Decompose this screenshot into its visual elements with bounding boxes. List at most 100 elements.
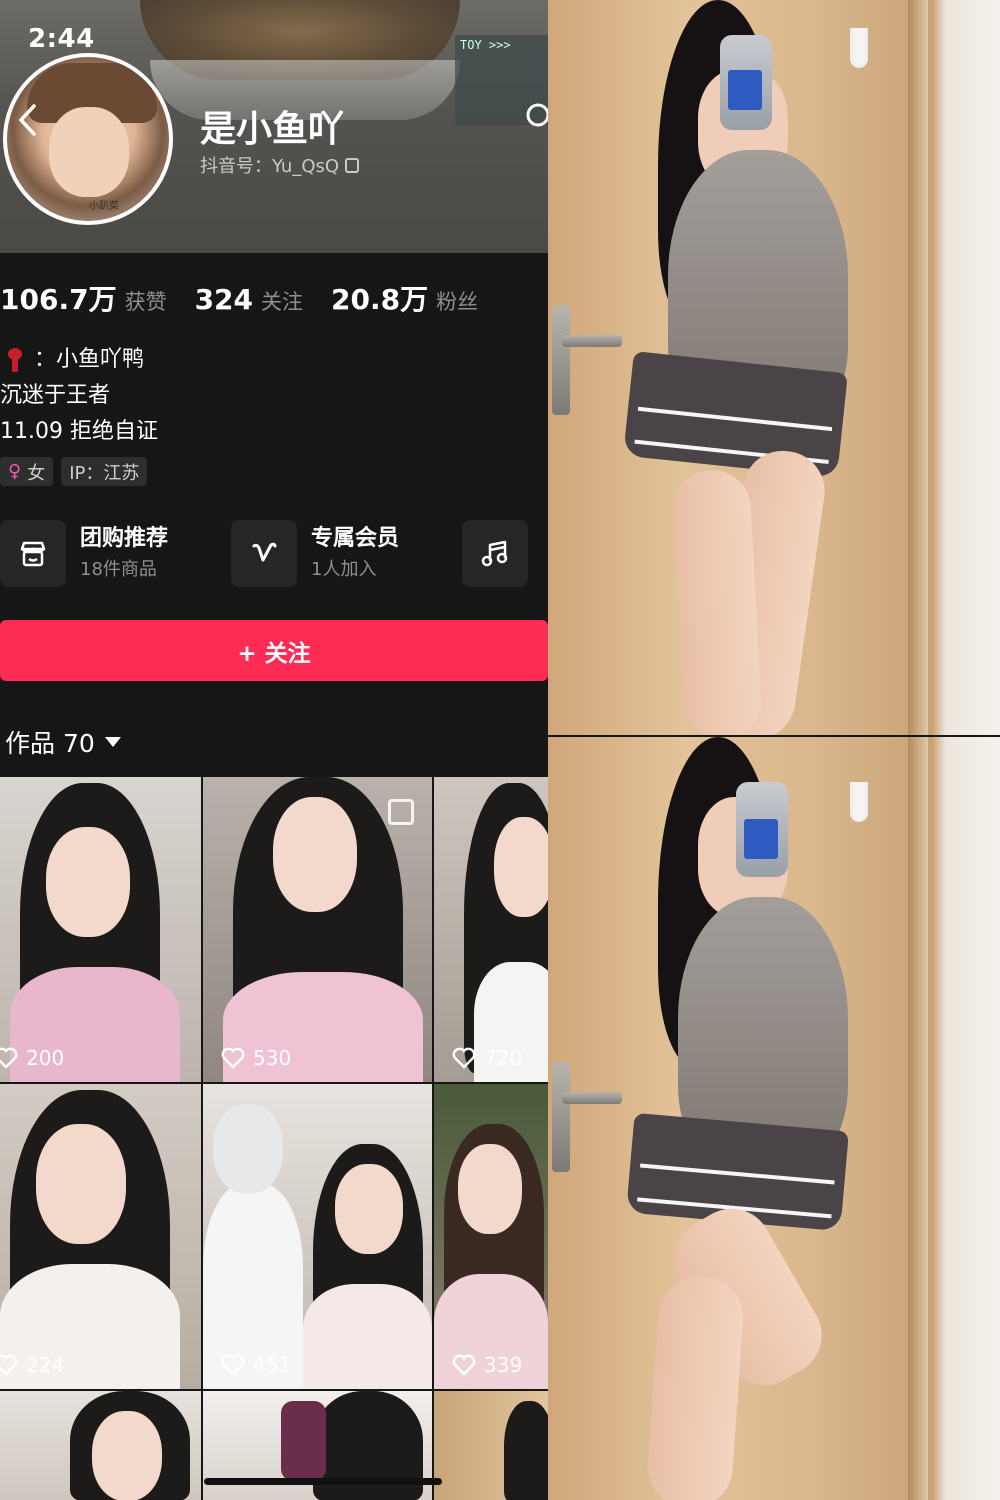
phone-case [728,70,762,110]
video-likes: 530 [221,1046,291,1070]
home-indicator [204,1478,442,1485]
figure-leg [645,1274,746,1500]
skirt-stripe [637,406,833,432]
stat-following[interactable]: 324 关注 [195,283,303,316]
bio-line-3: 11.09 拒绝自证 [0,419,158,444]
thumbnail-face [458,1144,522,1234]
works-tab[interactable]: 作品 70 [5,724,121,760]
bio-line-1: ：小鱼吖鸭 [0,342,158,378]
music-icon [462,520,528,587]
bio-line-2: 沉迷于王者 [0,383,111,408]
video-thumbnail[interactable]: 720 [434,777,548,1082]
thumbnail-hair [504,1401,548,1500]
video-thumbnail[interactable] [434,1391,548,1500]
stat-following-value: 324 [194,283,254,316]
rose-icon [6,348,24,372]
heart-icon [452,1047,476,1069]
thumbnail-face [273,797,357,912]
stat-followers-value: 20.8万 [331,283,429,316]
stat-following-label: 关注 [261,290,304,314]
wall-hook-icon [850,28,868,68]
thumbnail-face [494,817,548,917]
service-membership[interactable]: 专属会员 1人加入 [231,520,462,587]
service-membership-subtitle: 1人加入 [311,558,377,580]
figure-skirt [623,351,848,478]
chevron-left-icon [19,104,36,136]
video-likes-count: 224 [26,1353,65,1377]
profile-tags: ♀ 女 IP：江苏 [0,457,148,486]
stat-likes-value: 106.7万 [0,283,117,316]
bio-line-1-text: ：小鱼吖鸭 [34,347,145,372]
douyin-id[interactable]: 抖音号：Yu_QsQ [200,152,360,178]
avatar-label: 小趴菜 [89,201,119,212]
video-thumbnail[interactable]: 451 [203,1084,432,1389]
thumbnail-phone [281,1401,326,1481]
username: 是小鱼吖 [200,109,345,150]
stat-followers-label: 粉丝 [436,290,479,314]
vip-icon [231,520,297,587]
thumbnail-shirt [303,1284,432,1389]
phone-case [744,819,778,859]
video-thumbnail[interactable]: 339 [434,1084,548,1389]
service-music[interactable] [462,520,548,587]
photo-top [548,0,1000,735]
caret-down-icon [104,737,121,747]
door-edge [908,737,928,1500]
copy-icon[interactable] [345,157,360,173]
stat-followers[interactable]: 20.8万 粉丝 [331,278,478,318]
female-icon: ♀ [8,461,22,482]
video-likes-count: 339 [484,1353,523,1377]
video-likes-count: 200 [26,1046,65,1070]
heart-icon [221,1047,245,1069]
bio: ：小鱼吖鸭 沉迷于王者 11.09 拒绝自证 [0,342,158,450]
video-thumbnail[interactable]: 224 [0,1084,201,1389]
video-likes: 200 [0,1046,64,1070]
thumbnail-face [36,1124,126,1244]
search-icon [526,103,548,127]
figure-leg [670,468,764,735]
video-likes: 451 [221,1353,291,1377]
video-thumbnail[interactable] [0,1391,201,1500]
video-likes-count: 451 [253,1353,292,1377]
thumbnail-face [335,1164,403,1254]
gender-tag-text: 女 [27,462,46,484]
works-tab-label: 作品 70 [5,729,95,758]
photo-bottom [548,737,1000,1500]
back-button[interactable] [10,100,44,140]
banner-panel-text: TOY >>> [460,38,511,52]
door-handle [552,305,570,415]
door-edge [908,0,928,735]
video-likes-count: 720 [484,1046,523,1070]
heart-icon [452,1354,476,1376]
skirt-stripe [640,1163,835,1185]
video-likes: 720 [452,1046,522,1070]
douyin-id-text: 抖音号：Yu_QsQ [200,156,340,177]
ip-tag: IP：江苏 [61,457,148,486]
status-bar-time: 2:44 [28,24,95,54]
follow-button[interactable]: + 关注 [0,620,548,681]
thumbnail-face [46,827,130,937]
wall-hook-icon [850,782,868,822]
video-likes: 339 [452,1353,522,1377]
service-group-buy-subtitle: 18件商品 [80,558,157,580]
service-group-buy[interactable]: 团购推荐 18件商品 [0,520,231,587]
store-icon [0,520,66,587]
thumbnail-face [213,1104,283,1194]
stat-likes-label: 获赞 [124,290,167,314]
heart-icon [221,1354,245,1376]
heart-icon [0,1047,18,1069]
profile-stats: 106.7万 获赞 324 关注 20.8万 粉丝 [0,278,506,318]
video-likes: 224 [0,1353,64,1377]
gender-tag: ♀ 女 [0,457,54,486]
door-handle [552,1062,570,1172]
service-membership-title: 专属会员 [311,525,400,551]
video-thumbnail[interactable]: 200 [0,777,201,1082]
search-button[interactable] [522,100,548,134]
video-thumbnail[interactable]: 530 [203,777,432,1082]
avatar-face [49,107,129,197]
stat-likes: 106.7万 获赞 [0,278,167,318]
service-group-buy-title: 团购推荐 [80,525,169,551]
service-entries: 团购推荐 18件商品 专属会员 1人加入 [0,520,548,587]
thumbnail-face [92,1411,162,1500]
multi-image-icon [388,799,414,825]
